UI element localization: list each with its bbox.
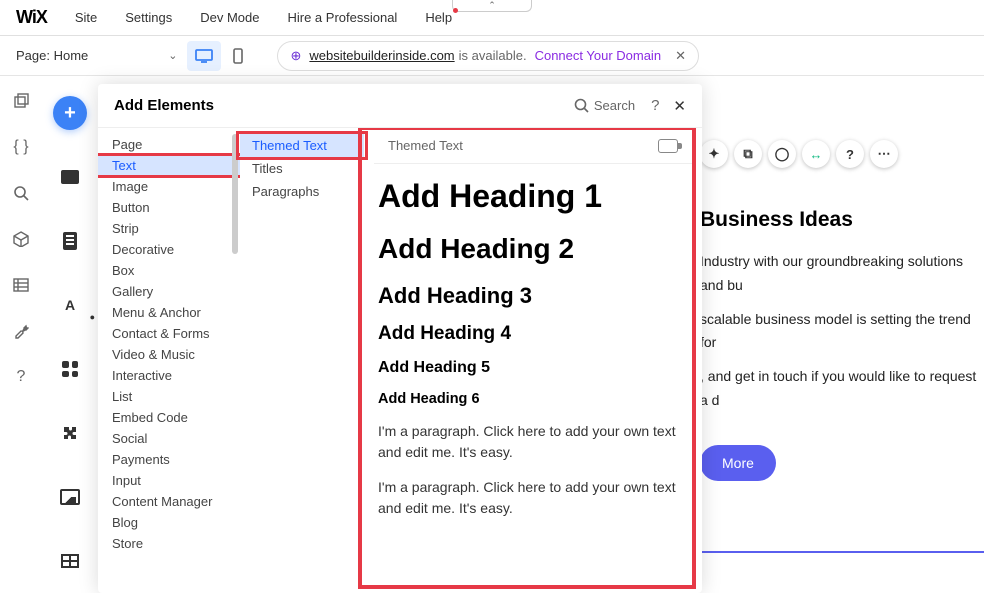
section-tool[interactable] — [53, 160, 87, 194]
floating-toolbar: ✦ ⧉ ◯ ↔ ? ⋯ — [700, 140, 984, 168]
menu-devmode[interactable]: Dev Mode — [200, 10, 259, 25]
add-panel-header: Add Elements Search ? ✕ — [98, 84, 702, 128]
connect-domain-link[interactable]: Connect Your Domain — [535, 48, 661, 63]
canvas-btn-stretch[interactable]: ↔ — [802, 140, 830, 168]
canvas-para-1[interactable]: Industry with our groundbreaking solutio… — [700, 250, 984, 298]
cat-embed[interactable]: Embed Code — [98, 407, 240, 428]
paragraph-option-1[interactable]: I'm a paragraph. Click here to add your … — [378, 421, 688, 463]
cat-interactive[interactable]: Interactive — [98, 365, 240, 386]
left-rail: { } ? — [0, 76, 42, 593]
editor-tool-rail: + A● — [42, 76, 98, 593]
video-icon[interactable] — [658, 139, 678, 153]
page-toolbar: Page: Home ⌄ ⊕ websitebuilderinside.com … — [0, 36, 984, 76]
cat-box[interactable]: Box — [98, 260, 240, 281]
cat-strip[interactable]: Strip — [98, 218, 240, 239]
cat-payments[interactable]: Payments — [98, 449, 240, 470]
cat-social[interactable]: Social — [98, 428, 240, 449]
heading-4-option[interactable]: Add Heading 4 — [378, 323, 688, 345]
wix-logo[interactable]: WiX — [16, 7, 47, 28]
domain-name[interactable]: websitebuilderinside.com — [309, 48, 454, 63]
heading-1-option[interactable]: Add Heading 1 — [378, 178, 688, 215]
menu-help[interactable]: Help — [425, 10, 452, 25]
canvas-btn-help[interactable]: ? — [836, 140, 864, 168]
heading-5-option[interactable]: Add Heading 5 — [378, 359, 688, 377]
heading-6-option[interactable]: Add Heading 6 — [378, 391, 688, 407]
chevron-down-icon: ⌄ — [168, 49, 177, 62]
desktop-view-button[interactable] — [187, 41, 221, 71]
sub-themed-text[interactable]: Themed Text — [240, 134, 364, 157]
layers-icon[interactable] — [12, 92, 30, 110]
category-scrollbar[interactable] — [232, 134, 238, 254]
font-tool[interactable]: A● — [53, 288, 87, 322]
image-tool[interactable] — [53, 480, 87, 514]
preview-header: Themed Text — [374, 128, 692, 164]
cat-button[interactable]: Button — [98, 197, 240, 218]
puzzle-tool[interactable] — [53, 416, 87, 450]
cat-list[interactable]: List — [98, 386, 240, 407]
panel-close-button[interactable]: ✕ — [673, 97, 686, 115]
domain-available-text: is available. — [459, 48, 527, 63]
cat-page[interactable]: Page — [98, 134, 240, 155]
page-tool[interactable] — [53, 224, 87, 258]
question-icon[interactable]: ? — [12, 368, 30, 386]
add-elements-panel: Add Elements Search ? ✕ Page Text Image … — [98, 84, 702, 593]
sub-paragraphs[interactable]: Paragraphs — [240, 180, 364, 203]
close-banner-button[interactable]: ✕ — [675, 48, 686, 64]
canvas-heading[interactable]: Business Ideas — [700, 208, 984, 232]
cat-gallery[interactable]: Gallery — [98, 281, 240, 302]
globe-icon: ⊕ — [290, 48, 301, 64]
sub-titles[interactable]: Titles — [240, 157, 364, 180]
mobile-view-button[interactable] — [221, 41, 255, 71]
heading-2-option[interactable]: Add Heading 2 — [378, 233, 688, 265]
add-panel-title: Add Elements — [114, 97, 574, 114]
menu-hire[interactable]: Hire a Professional — [287, 10, 397, 25]
page-dropdown[interactable]: Page: Home ⌄ — [16, 48, 177, 63]
cat-input[interactable]: Input — [98, 470, 240, 491]
apps-tool[interactable] — [53, 352, 87, 386]
add-button[interactable]: + — [53, 96, 87, 130]
cat-store[interactable]: Store — [98, 533, 240, 554]
preview-header-label: Themed Text — [388, 138, 463, 153]
cat-text[interactable]: Text — [98, 155, 240, 176]
canvas-para-2[interactable]: scalable business model is setting the t… — [700, 308, 984, 356]
search-label: Search — [594, 98, 635, 113]
database-icon[interactable] — [12, 276, 30, 294]
cat-image[interactable]: Image — [98, 176, 240, 197]
domain-banner: ⊕ websitebuilderinside.com is available.… — [277, 41, 698, 71]
canvas-btn-more[interactable]: ⋯ — [870, 140, 898, 168]
menu-settings[interactable]: Settings — [125, 10, 172, 25]
top-collapse-tab[interactable]: ⌃ — [452, 0, 532, 12]
canvas-btn-layout[interactable]: ⧉ — [734, 140, 762, 168]
page-label: Page: Home — [16, 48, 88, 63]
cat-video[interactable]: Video & Music — [98, 344, 240, 365]
more-button[interactable]: More — [700, 445, 776, 481]
canvas-para-3[interactable]: , and get in touch if you would like to … — [700, 365, 984, 413]
canvas-btn-circle[interactable]: ◯ — [768, 140, 796, 168]
device-toggle — [187, 41, 255, 71]
panel-help-button[interactable]: ? — [651, 97, 659, 114]
cat-content-manager[interactable]: Content Manager — [98, 491, 240, 512]
cat-decorative[interactable]: Decorative — [98, 239, 240, 260]
cat-contact[interactable]: Contact & Forms — [98, 323, 240, 344]
cat-blog[interactable]: Blog — [98, 512, 240, 533]
braces-icon[interactable]: { } — [12, 138, 30, 156]
wrench-icon[interactable] — [12, 322, 30, 340]
panel-search[interactable]: Search — [574, 98, 635, 113]
table-tool[interactable] — [53, 544, 87, 578]
category-list: Page Text Image Button Strip Decorative … — [98, 128, 240, 593]
cat-menu[interactable]: Menu & Anchor — [98, 302, 240, 323]
editor-canvas: ✦ ⧉ ◯ ↔ ? ⋯ Business Ideas Industry with… — [700, 140, 984, 553]
subcategory-list: Themed Text Titles Paragraphs — [240, 128, 364, 593]
canvas-btn-sparkle[interactable]: ✦ — [700, 140, 728, 168]
menu-site[interactable]: Site — [75, 10, 97, 25]
search-icon[interactable] — [12, 184, 30, 202]
paragraph-option-2[interactable]: I'm a paragraph. Click here to add your … — [378, 477, 688, 519]
heading-3-option[interactable]: Add Heading 3 — [378, 283, 688, 309]
canvas-divider — [700, 551, 984, 553]
preview-pane: Themed Text Add Heading 1 Add Heading 2 … — [364, 128, 702, 593]
cube-icon[interactable] — [12, 230, 30, 248]
